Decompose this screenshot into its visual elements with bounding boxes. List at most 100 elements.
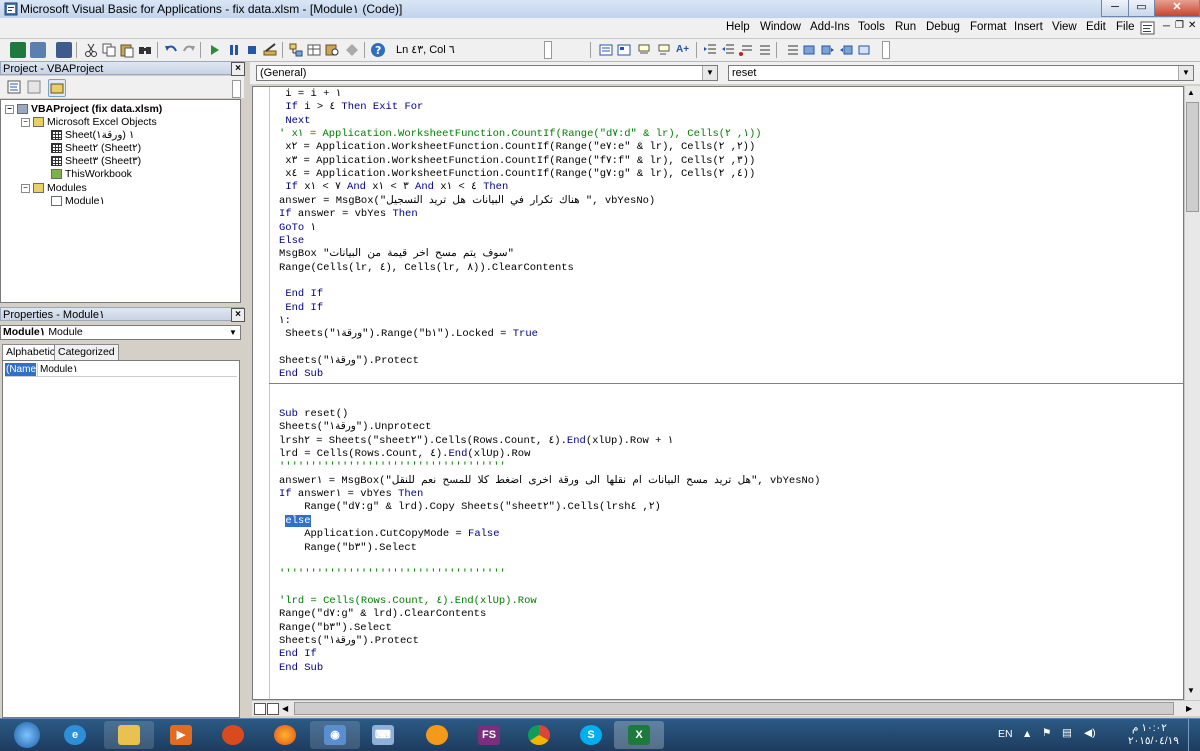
margin-indicator-bar[interactable] [253, 87, 270, 699]
scroll-up-icon[interactable]: ▲ [1187, 88, 1195, 97]
child-minimize-button[interactable]: ─ [1163, 21, 1170, 32]
object-combo[interactable]: (General) ▼ [256, 65, 718, 81]
project-explorer-icon[interactable] [288, 42, 304, 58]
menu-add-ins[interactable]: Add-Ins [810, 21, 850, 33]
scroll-left-icon[interactable]: ◀ [282, 704, 288, 713]
flag-icon[interactable]: ⚑ [1042, 727, 1051, 739]
full-module-view-icon[interactable] [267, 703, 279, 715]
code-line[interactable]: Next [279, 115, 310, 128]
chevron-down-icon[interactable]: ▼ [1178, 66, 1193, 80]
horizontal-scrollbar[interactable]: ◀ ▶ [252, 700, 1200, 716]
tree-node-modules[interactable]: − Modules [21, 182, 87, 194]
code-line[interactable]: '''''''''''''''''''''''''''''''''''' [279, 568, 506, 581]
taskbar-explorer[interactable] [104, 721, 154, 749]
code-line[interactable]: End If [279, 302, 323, 315]
maximize-button[interactable]: ▭ [1128, 0, 1155, 17]
taskbar-ie[interactable]: e [50, 721, 100, 749]
menu-view[interactable]: View [1052, 21, 1077, 33]
menu-format[interactable]: Format [970, 21, 1006, 33]
code-line[interactable]: ١: [279, 315, 291, 328]
show-hidden-icons-icon[interactable]: ▲ [1022, 728, 1032, 740]
cut-icon[interactable] [83, 42, 99, 58]
quick-info-icon[interactable] [636, 42, 652, 58]
collapse-icon[interactable]: − [21, 183, 30, 193]
view-excel-icon[interactable] [10, 42, 26, 58]
toolbar-grip[interactable] [544, 41, 552, 59]
code-line[interactable]: Range("d٧:g" & lrd).Copy Sheets("sheet٢"… [279, 501, 661, 514]
undo-icon[interactable] [163, 42, 179, 58]
tree-node-module1[interactable]: Module١ [51, 195, 105, 207]
complete-word-icon[interactable]: A+ [676, 42, 692, 58]
project-panel-close-icon[interactable]: × [231, 62, 245, 76]
menu-debug[interactable]: Debug [926, 21, 960, 33]
clock-date[interactable]: ٢٠١٥/٠٤/١٩ [1128, 735, 1179, 747]
collapse-icon[interactable]: − [5, 104, 14, 114]
code-line[interactable]: else [279, 514, 311, 528]
start-button[interactable] [4, 721, 54, 749]
tree-node-sheet1[interactable]: Sheet١ (ورقة١) [51, 129, 134, 141]
code-line[interactable]: Sheets("ورقة١").Protect [279, 635, 419, 648]
menu-window[interactable]: Window [760, 21, 801, 33]
redo-icon[interactable] [181, 42, 197, 58]
comment-block-icon[interactable] [756, 42, 772, 58]
code-line[interactable]: answer١ = MsgBox("هل تريد مسح البيانات ا… [279, 475, 820, 488]
view-code-icon[interactable] [6, 79, 22, 95]
code-line[interactable]: x٣ = Application.WorksheetFunction.Count… [279, 155, 755, 168]
code-line[interactable]: lrsh٢ = Sheets("sheet٢").Cells(Rows.Coun… [279, 435, 673, 448]
menu-file[interactable]: File [1116, 21, 1135, 33]
menu-insert[interactable]: Insert [1014, 21, 1043, 33]
design-mode-icon[interactable] [262, 42, 278, 58]
list-constants-icon[interactable] [616, 42, 632, 58]
code-editor[interactable]: i = i + ١ If i > ٤ Then Exit For Next ' x… [252, 86, 1184, 700]
tree-node-sheet3[interactable]: Sheet٣ (Sheet٣) [51, 155, 141, 167]
taskbar-fs[interactable]: FS [464, 721, 514, 749]
tab-alphabetic[interactable]: Alphabetic [2, 344, 60, 360]
chevron-down-icon[interactable]: ▼ [702, 66, 717, 80]
run-icon[interactable] [206, 42, 222, 58]
menu-help[interactable]: Help [726, 21, 750, 33]
toolbox-icon[interactable] [344, 42, 360, 58]
object-browser-icon[interactable] [324, 42, 340, 58]
show-desktop-button[interactable] [1188, 719, 1200, 751]
taskbar-media-player[interactable]: ▶ [156, 721, 206, 749]
break-icon[interactable] [226, 42, 242, 58]
code-line[interactable]: answer = MsgBox("هناك تكرار في البيانات … [279, 195, 655, 208]
code-line[interactable]: End If [279, 648, 317, 661]
horizontal-scroll-thumb[interactable] [294, 702, 1174, 715]
tree-node-vbaproject[interactable]: − VBAProject (fix data.xlsm) [5, 103, 162, 115]
scroll-right-icon[interactable]: ▶ [1186, 704, 1192, 713]
property-name-cell[interactable]: (Name) [5, 363, 39, 376]
vertical-scroll-thumb[interactable] [1186, 102, 1199, 212]
save-icon[interactable] [56, 42, 72, 58]
code-line[interactable]: If i > ٤ Then Exit For [279, 101, 423, 114]
tab-categorized[interactable]: Categorized [54, 344, 119, 360]
view-object-icon[interactable] [26, 79, 42, 95]
menu-edit[interactable]: Edit [1086, 21, 1106, 33]
network-icon[interactable]: ▤ [1062, 727, 1072, 739]
previous-bookmark-icon[interactable] [838, 42, 854, 58]
code-line[interactable]: x٤ = Application.WorksheetFunction.Count… [279, 168, 755, 181]
code-line[interactable]: Sheets("ورقة١").Protect [279, 355, 419, 368]
taskbar-keyboard[interactable]: ⌨ [358, 721, 408, 749]
procedure-combo[interactable]: reset ▼ [728, 65, 1194, 81]
toggle-bookmark-icon[interactable] [802, 42, 818, 58]
volume-icon[interactable]: ◀) [1084, 727, 1096, 739]
code-line[interactable]: End Sub [279, 368, 323, 381]
reset-icon[interactable] [244, 42, 260, 58]
code-line[interactable]: If x٧ > ١ And x٣ > ١ And x٤ > ١ Then [279, 181, 508, 194]
tree-node-thisworkbook[interactable]: ThisWorkbook [51, 168, 132, 180]
taskbar-firefox[interactable] [260, 721, 310, 749]
taskbar-skype[interactable]: S [566, 721, 616, 749]
code-line[interactable]: Sheets("ورقة١").Unprotect [279, 421, 431, 434]
vertical-scrollbar[interactable]: ▲ ▼ [1184, 86, 1200, 700]
taskbar-chrome[interactable] [514, 721, 564, 749]
taskbar-vlc[interactable] [412, 721, 462, 749]
property-value-cell[interactable]: Module١ [37, 363, 240, 376]
code-line[interactable]: Range(Cells(lr, ٤), Cells(lr, ٨)).ClearC… [279, 262, 574, 275]
code-line[interactable]: If answer١ = vbYes Then [279, 488, 423, 501]
copy-icon[interactable] [101, 42, 117, 58]
toggle-breakpoint-icon[interactable] [738, 42, 754, 58]
properties-object-select[interactable]: Module١ Module ▼ [0, 325, 241, 340]
code-line[interactable]: Range("b٣").Select [279, 622, 392, 635]
close-button[interactable]: ✕ [1154, 0, 1200, 17]
